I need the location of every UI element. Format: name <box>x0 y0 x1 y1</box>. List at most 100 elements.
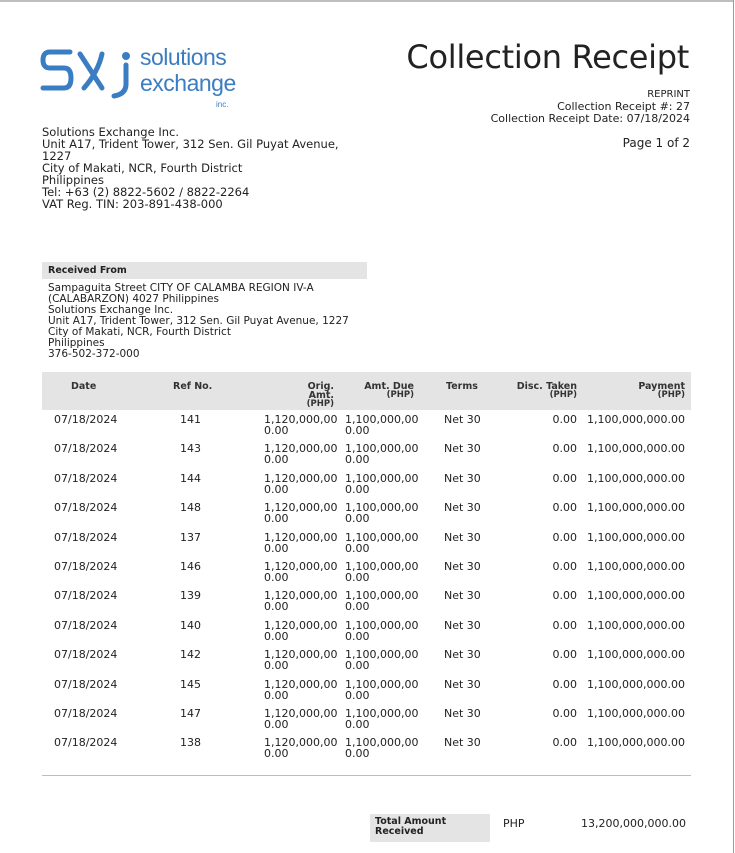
received-from-address: Sampaguita Street CITY OF CALAMBA REGION… <box>48 283 349 360</box>
page-number: Page 1 of 2 <box>622 136 690 150</box>
row-terms: Net 30 <box>444 618 481 632</box>
row-disc-taken: 0.00 <box>552 618 578 632</box>
logo-word-exchange: exchange <box>140 70 236 96</box>
row-date: 07/18/2024 <box>54 618 118 632</box>
row-payment: 1,100,000,000.00 <box>587 618 685 632</box>
row-ref-no: 144 <box>180 471 201 485</box>
table-bottom-rule <box>42 775 691 776</box>
page-top-border <box>0 0 733 2</box>
sxi-logo-mark-icon <box>40 49 130 99</box>
table-row: 07/18/2024 147 Net 30 0.00 1,100,000,000.00 1… <box>42 706 691 735</box>
row-date: 07/18/2024 <box>54 559 118 573</box>
row-disc-taken: 0.00 <box>552 677 578 691</box>
row-date: 07/18/2024 <box>54 442 118 456</box>
row-terms: Net 30 <box>444 471 481 485</box>
row-orig-amt-value: 1,120,000,00 <box>264 530 338 544</box>
row-disc-taken: 0.00 <box>552 471 578 485</box>
row-orig-amt: 1,120,000,00 0.00 <box>264 620 337 642</box>
row-payment: 1,100,000,000.00 <box>587 471 685 485</box>
row-date: 07/18/2024 <box>54 677 118 691</box>
row-amt-due-secondary: 0.00 <box>345 659 370 673</box>
row-payment: 1,100,000,000.00 <box>587 736 685 750</box>
table-row: 07/18/2024 139 Net 30 0.00 1,100,000,000.00 1… <box>42 588 691 617</box>
table-row: 07/18/2024 144 Net 30 0.00 1,100,000,000.00 1… <box>42 471 691 500</box>
row-ref-no: 146 <box>180 559 201 573</box>
row-ref-no: 138 <box>180 736 201 750</box>
table-row: 07/18/2024 137 Net 30 0.00 1,100,000,000.00 1… <box>42 530 691 559</box>
row-payment: 1,100,000,000.00 <box>587 559 685 573</box>
page-right-border <box>733 0 734 853</box>
row-orig-amt: 1,120,000,00 0.00 <box>264 532 337 554</box>
row-disc-taken: 0.00 <box>552 736 578 750</box>
row-date: 07/18/2024 <box>54 471 118 485</box>
row-amt-due: 1,100,000,00 0.00 <box>345 532 418 554</box>
row-amt-due: 1,100,000,00 0.00 <box>345 679 418 701</box>
col-header-disc-unit: (PHP) <box>549 390 577 400</box>
row-amt-due: 1,100,000,00 0.00 <box>345 473 418 495</box>
row-payment: 1,100,000,000.00 <box>587 530 685 544</box>
row-terms: Net 30 <box>444 706 481 720</box>
col-header-due-unit: (PHP) <box>386 390 414 400</box>
row-amt-due: 1,100,000,00 0.00 <box>345 502 418 524</box>
col-header-terms: Terms <box>446 381 478 392</box>
row-orig-amt-secondary: 0.00 <box>264 659 289 673</box>
row-orig-amt: 1,120,000,00 0.00 <box>264 473 337 495</box>
row-orig-amt-secondary: 0.00 <box>264 570 289 584</box>
row-disc-taken: 0.00 <box>552 442 578 456</box>
total-amount-label: Total Amount Received <box>370 814 490 842</box>
row-amt-due: 1,100,000,00 0.00 <box>345 708 418 730</box>
row-orig-amt-secondary: 0.00 <box>264 629 289 643</box>
row-date: 07/18/2024 <box>54 736 118 750</box>
row-payment: 1,100,000,000.00 <box>587 413 685 426</box>
row-ref-no: 140 <box>180 618 201 632</box>
row-terms: Net 30 <box>444 559 481 573</box>
received-from-line: 376-502-372-000 <box>48 348 140 360</box>
row-amt-due: 1,100,000,00 0.00 <box>345 620 418 642</box>
row-orig-amt: 1,120,000,00 0.00 <box>264 443 337 465</box>
receipt-meta: REPRINT Collection Receipt #: 27 Collect… <box>491 89 690 125</box>
logo-word-solutions: solutions <box>140 44 227 70</box>
row-amt-due: 1,100,000,00 0.00 <box>345 737 418 759</box>
col-header-payment-unit: (PHP) <box>657 390 685 400</box>
row-disc-taken: 0.00 <box>552 501 578 515</box>
row-date: 07/18/2024 <box>54 501 118 515</box>
receipt-date: Collection Receipt Date: 07/18/2024 <box>490 112 690 125</box>
row-date: 07/18/2024 <box>54 413 118 426</box>
row-ref-no: 148 <box>180 501 201 515</box>
row-orig-amt: 1,120,000,00 0.00 <box>264 590 337 612</box>
row-disc-taken: 0.00 <box>552 648 578 662</box>
row-date: 07/18/2024 <box>54 589 118 603</box>
col-header-date: Date <box>71 381 97 392</box>
row-ref-no: 147 <box>180 706 201 720</box>
row-amt-due-secondary: 0.00 <box>345 541 370 555</box>
col-header-orig: Orig. Amt. (PHP) <box>284 382 334 409</box>
col-header-orig-unit: (PHP) <box>306 399 334 409</box>
row-orig-amt-secondary: 0.00 <box>264 717 289 731</box>
table-row: 07/18/2024 143 Net 30 0.00 1,100,000,000.00 1… <box>42 441 691 470</box>
row-orig-amt-value: 1,120,000,00 <box>264 677 338 691</box>
logo-inc: inc. <box>216 100 229 109</box>
row-date: 07/18/2024 <box>54 648 118 662</box>
row-amt-due: 1,100,000,00 0.00 <box>345 443 418 465</box>
row-amt-due: 1,100,000,00 0.00 <box>345 649 418 671</box>
row-payment: 1,100,000,000.00 <box>587 442 685 456</box>
row-disc-taken: 0.00 <box>552 589 578 603</box>
row-orig-amt-secondary: 0.00 <box>264 482 289 496</box>
row-terms: Net 30 <box>444 677 481 691</box>
row-ref-no: 145 <box>180 677 201 691</box>
row-terms: Net 30 <box>444 530 481 544</box>
row-amt-due: 1,100,000,00 0.00 <box>345 414 418 436</box>
table-row: 07/18/2024 148 Net 30 0.00 1,100,000,000.00 1… <box>42 500 691 529</box>
row-amt-due-secondary: 0.00 <box>345 747 370 761</box>
row-amt-due-secondary: 0.00 <box>345 453 370 467</box>
row-terms: Net 30 <box>444 501 481 515</box>
row-amt-due-value: 1,100,000,00 <box>345 530 419 544</box>
row-terms: Net 30 <box>444 648 481 662</box>
row-amt-due-value: 1,100,000,00 <box>345 677 419 691</box>
document-title: Collection Receipt <box>406 38 689 76</box>
row-orig-amt: 1,120,000,00 0.00 <box>264 679 337 701</box>
row-amt-due-secondary: 0.00 <box>345 424 370 437</box>
row-orig-amt: 1,120,000,00 0.00 <box>264 649 337 671</box>
row-amt-due: 1,100,000,00 0.00 <box>345 561 418 583</box>
row-amt-due-secondary: 0.00 <box>345 629 370 643</box>
